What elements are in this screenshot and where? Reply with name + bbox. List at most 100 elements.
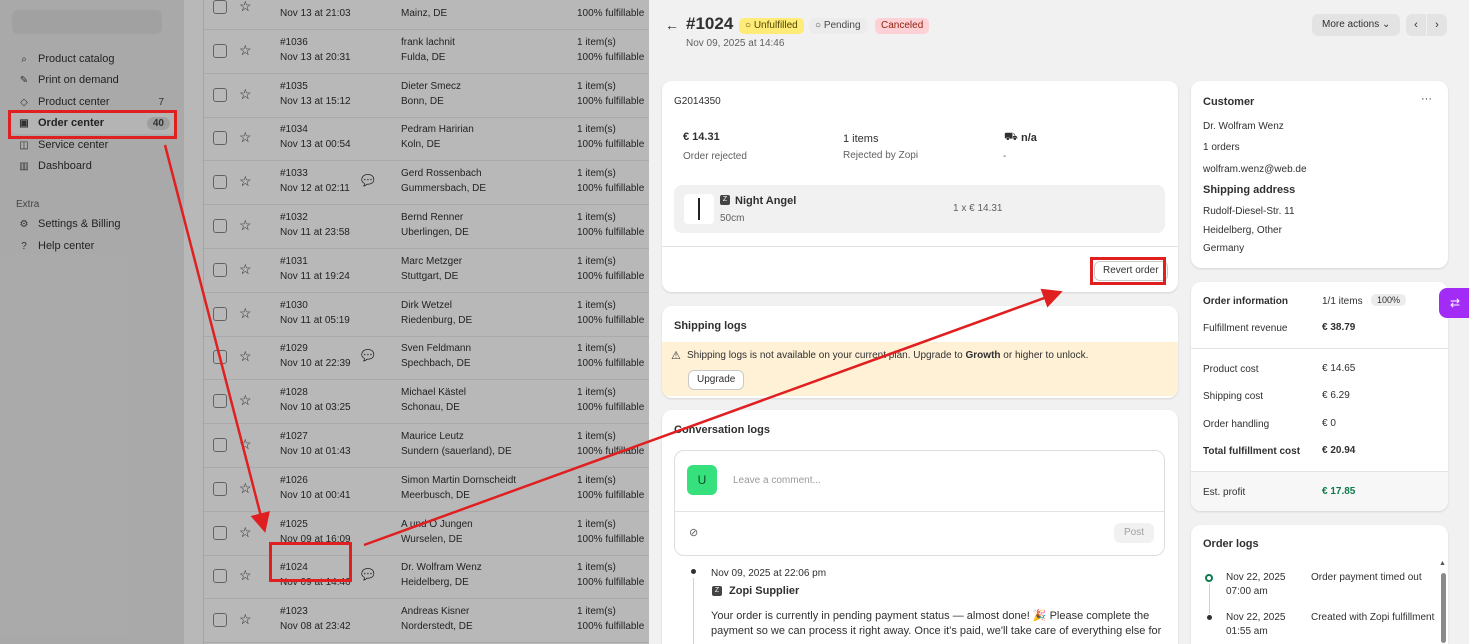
upgrade-button[interactable]: Upgrade (688, 370, 745, 390)
fulfillment-shipping: n/a (1021, 132, 1037, 144)
comment-input[interactable]: Leave a comment... (733, 475, 821, 486)
store-switcher[interactable] (12, 10, 162, 34)
timeline-dot (1205, 574, 1213, 582)
star-icon[interactable]: ☆ (239, 86, 252, 103)
post-button[interactable]: Post (1114, 523, 1155, 543)
row-checkbox[interactable] (213, 43, 227, 58)
order-info-title: Order information (1203, 296, 1289, 307)
floating-assistant-button[interactable]: ⇄ (1439, 288, 1469, 318)
row-checkbox[interactable] (213, 350, 227, 365)
sidebar-item-print-on-demand[interactable]: ✎ Print on demand (10, 69, 176, 91)
row-checkbox[interactable] (213, 394, 227, 409)
fulfillable-status: 100% fulfillable (577, 577, 645, 589)
table-row[interactable]: ☆ #1028 Nov 10 at 03:25 Michael Kästel Schon… (204, 380, 650, 425)
star-icon[interactable]: ☆ (239, 0, 252, 15)
table-row[interactable]: ☆ Nov 13 at 21:03 Mainz, DE 100% fulfillabl… (204, 0, 650, 30)
row-checkbox[interactable] (213, 262, 227, 277)
sidebar-item-product-catalog[interactable]: ⌕ Product catalog (10, 48, 176, 70)
scroll-up-arrow[interactable]: ▲ (1439, 560, 1446, 567)
sidebar-item-settings-billing[interactable]: ⚙ Settings & Billing (10, 213, 176, 235)
row-checkbox[interactable] (213, 87, 227, 102)
profit-value: € 17.85 (1322, 486, 1356, 497)
customer-title: Customer (1203, 96, 1255, 108)
section-label-extra: Extra (16, 199, 40, 210)
table-row[interactable]: ☆ #1032 Nov 11 at 23:58 Bernd Renner Uberlin… (204, 205, 650, 249)
row-checkbox[interactable] (213, 438, 227, 452)
previous-order-button[interactable]: ‹ (1406, 14, 1426, 36)
row-checkbox[interactable] (213, 481, 227, 496)
sidebar-item-dashboard[interactable]: ▥ Dashboard (10, 155, 176, 177)
customer-name: Simon Martin Dornscheidt (401, 474, 517, 486)
customer-email[interactable]: wolfram.wenz@web.de (1203, 164, 1307, 175)
row-checkbox[interactable] (213, 306, 227, 321)
star-icon[interactable]: ☆ (239, 173, 252, 190)
item-count: 1 item(s) (577, 343, 616, 355)
star-icon[interactable]: ☆ (239, 480, 252, 497)
back-arrow-icon[interactable]: ← (665, 17, 679, 33)
star-icon[interactable]: ☆ (239, 348, 252, 365)
customer-location: Meerbusch, DE (401, 489, 470, 501)
scrollbar[interactable] (1441, 573, 1446, 643)
table-row[interactable]: ☆ #1029 Nov 10 at 22:39 💬 Sven Feldmann Spech… (204, 336, 650, 381)
table-row[interactable]: ☆ #1036 Nov 13 at 20:31 frank lachnit Fulda,… (204, 30, 650, 74)
customer-location: Norderstedt, DE (401, 621, 473, 633)
fulfillable-status: 100% fulfillable (577, 8, 645, 19)
more-actions-button[interactable]: More actions ⌄ (1312, 14, 1401, 36)
star-icon[interactable]: ☆ (239, 129, 252, 146)
star-icon[interactable]: ☆ (239, 436, 252, 453)
row-checkbox[interactable] (213, 131, 227, 146)
entry-text-line-2: payment so we can process it right away.… (711, 625, 1162, 637)
gear-icon: ⚙ (19, 218, 29, 230)
row-checkbox[interactable] (213, 219, 227, 233)
fulfillable-status: 100% fulfillable (577, 489, 645, 501)
star-icon[interactable]: ☆ (239, 567, 252, 584)
chart-icon: ▥ (19, 160, 29, 172)
chat-icon[interactable]: 💬 (361, 349, 375, 362)
customer-location: Stuttgart, DE (401, 270, 459, 282)
star-icon[interactable]: ☆ (239, 392, 252, 409)
customer-name: Sven Feldmann (401, 343, 472, 355)
item-count: 1 item(s) (577, 562, 616, 574)
table-row[interactable]: ☆ #1031 Nov 11 at 19:24 Marc Metzger Stuttga… (204, 249, 650, 293)
shipping-cost-value: € 6.29 (1322, 390, 1350, 401)
table-row[interactable]: ☆ #1030 Nov 11 at 05:19 Dirk Wetzel Riedenbu… (204, 293, 650, 337)
order-number: #1033 (280, 168, 308, 180)
order-date: Nov 13 at 21:03 (280, 8, 351, 19)
address-line-2: Heidelberg, Other (1203, 225, 1282, 236)
table-row[interactable]: ☆ #1035 Nov 13 at 15:12 Dieter Smecz Bonn, D… (204, 74, 650, 118)
profit-row: Est. profit € 17.85 (1191, 471, 1448, 511)
order-detail-panel: ← #1024 ○ Unfulfilled ○ Pending Canceled… (649, 0, 1469, 644)
order-logs-title: Order logs (1203, 538, 1259, 550)
fulfillment-items: 1 items (843, 133, 879, 145)
sidebar-item-help-center[interactable]: ? Help center (10, 235, 176, 257)
chat-icon[interactable]: 💬 (361, 568, 375, 581)
row-checkbox[interactable] (213, 525, 227, 540)
more-options-icon[interactable]: ··· (1421, 93, 1432, 105)
star-icon[interactable]: ☆ (239, 217, 252, 234)
item-count: 1 item(s) (577, 255, 616, 267)
star-icon[interactable]: ☆ (239, 611, 252, 628)
row-checkbox[interactable] (213, 613, 227, 628)
row-checkbox[interactable] (213, 569, 227, 584)
table-row[interactable]: ☆ #1023 Nov 08 at 23:42 Andreas Kisner Norde… (204, 599, 650, 644)
table-row[interactable]: ☆ #1033 Nov 12 at 02:11 💬 Gerd Rossenbach Gum… (204, 161, 650, 206)
order-number: #1023 (280, 606, 308, 618)
star-icon[interactable]: ☆ (239, 42, 252, 59)
table-row[interactable]: ☆ #1034 Nov 13 at 00:54 Pedram Haririan Koln… (204, 117, 650, 162)
star-icon[interactable]: ☆ (239, 524, 252, 541)
row-checkbox[interactable] (213, 175, 227, 190)
attachment-icon[interactable]: ⊘ (689, 526, 698, 539)
product-cost-label: Product cost (1203, 364, 1259, 375)
table-row[interactable]: ☆ #1026 Nov 10 at 00:41 Simon Martin Dornsc… (204, 468, 650, 512)
item-count: 1 item(s) (577, 168, 616, 180)
next-order-button[interactable]: › (1427, 14, 1447, 36)
help-icon: ? (21, 240, 27, 252)
chat-icon[interactable]: 💬 (361, 174, 375, 187)
star-icon[interactable]: ☆ (239, 261, 252, 278)
order-date: Nov 10 at 00:41 (280, 489, 351, 501)
row-checkbox[interactable] (213, 0, 227, 14)
customer-card: Customer ··· Dr. Wolfram Wenz 1 orders w… (1191, 81, 1448, 268)
star-icon[interactable]: ☆ (239, 305, 252, 322)
order-number: #1035 (280, 80, 308, 92)
table-row[interactable]: ☆ #1027 Nov 10 at 01:43 Maurice Leutz Sunder… (204, 424, 650, 468)
